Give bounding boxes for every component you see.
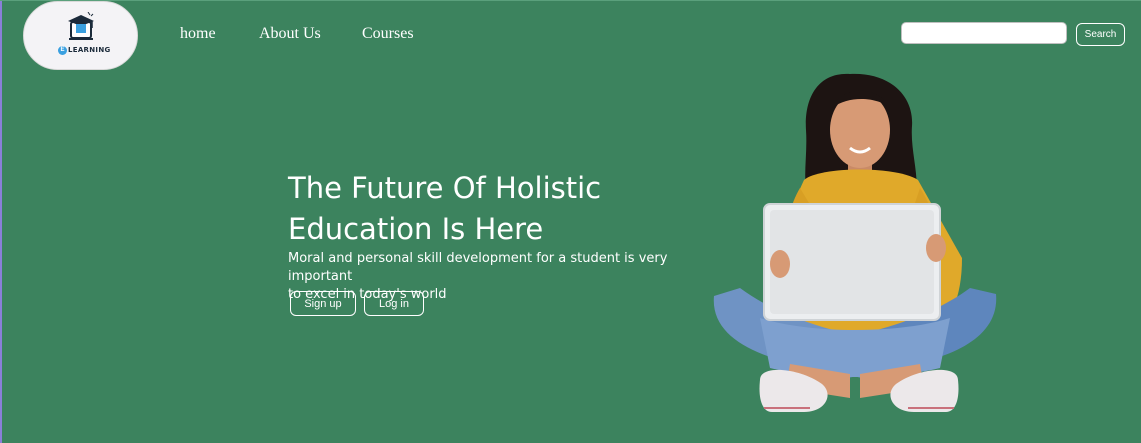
hero-title-line-1: The Future Of Holistic [288, 171, 602, 205]
nav-courses-link[interactable]: Courses [362, 25, 414, 43]
woman-with-laptop-illustration [713, 73, 997, 412]
signup-button[interactable]: Sign up [290, 291, 356, 316]
page-top-border [0, 0, 1141, 1]
graduation-cap-laptop-icon [68, 12, 94, 40]
hero-title: The Future Of Holistic Education Is Here [288, 168, 668, 250]
nav-about-link[interactable]: About Us [259, 25, 321, 43]
hero-subtitle-line-1: Moral and personal skill development for… [288, 251, 668, 284]
logo-text: LEARNING [68, 46, 111, 54]
site-logo[interactable]: E LEARNING [23, 1, 138, 70]
logo-letter-badge: E [58, 46, 67, 55]
search-button[interactable]: Search [1076, 23, 1125, 46]
search-input[interactable] [901, 22, 1067, 44]
hero-title-line-2: Education Is Here [288, 212, 544, 246]
page-left-border [0, 0, 2, 443]
login-button[interactable]: Log in [364, 291, 424, 316]
nav-home-link[interactable]: home [180, 25, 216, 43]
